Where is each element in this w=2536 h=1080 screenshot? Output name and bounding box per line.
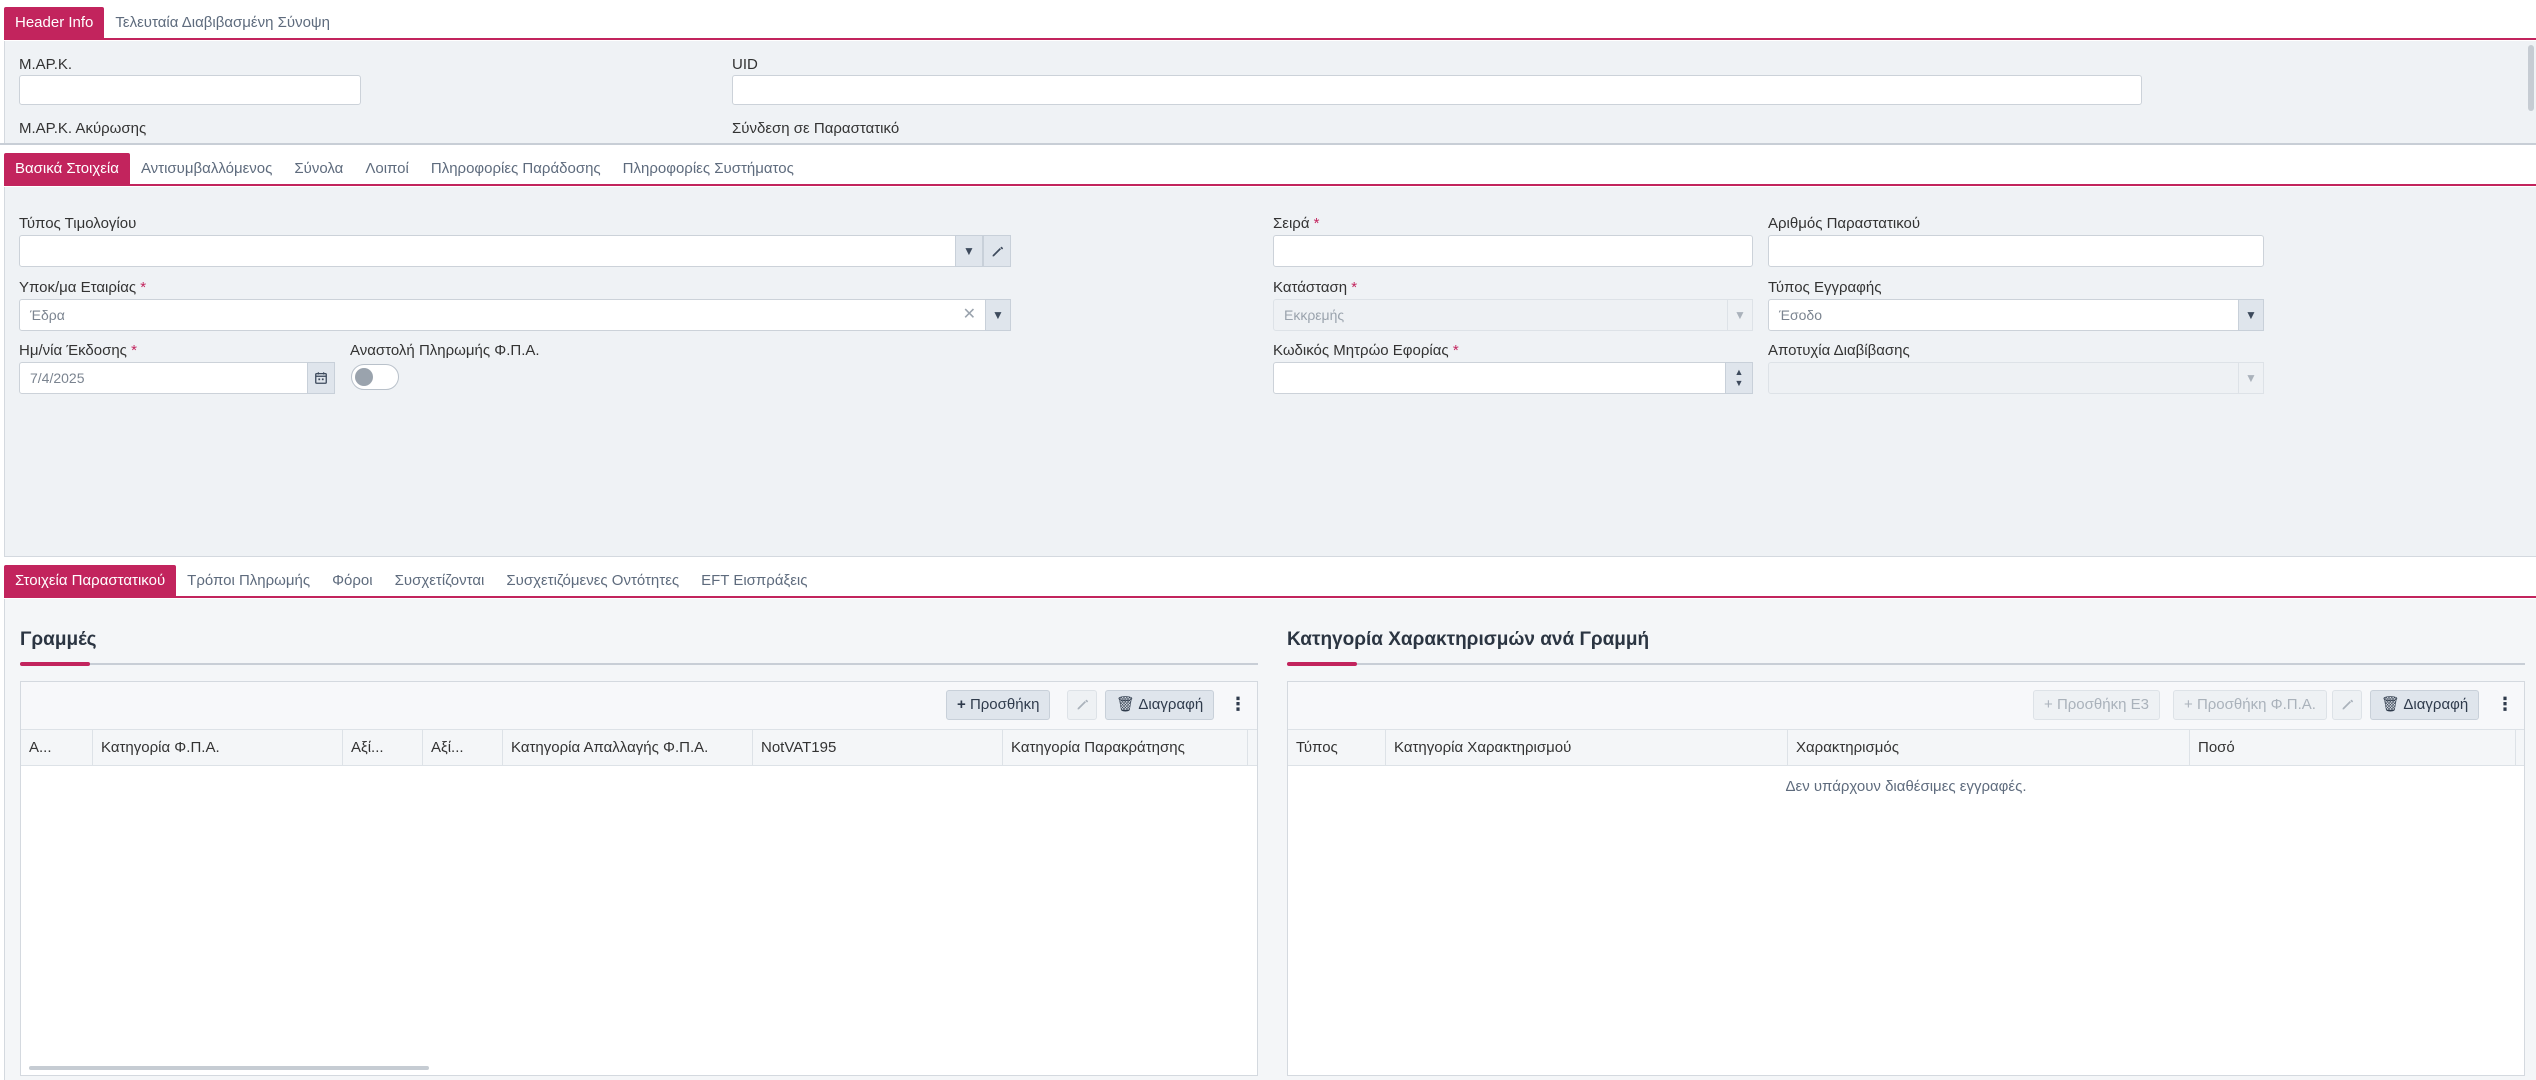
invoice-type-select[interactable]: ▼ — [19, 235, 1011, 267]
chevron-down-icon[interactable]: ▼ — [985, 299, 1011, 331]
header-info-panel: Μ.ΑΡ.Κ. UID Μ.ΑΡ.Κ. Ακύρωσης Σύνδεση σε … — [4, 41, 2536, 143]
lines-grid: + Προσθήκη 🗑 Διαγραφή ⋮ Α... Κατηγορία Φ… — [20, 681, 1258, 1076]
link-document-label: Σύνδεση σε Παραστατικό — [732, 120, 900, 137]
vat-suspend-label: Αναστολή Πληρωμής Φ.Π.Α. — [350, 342, 540, 359]
classifications-title: Κατηγορία Χαρακτηρισμών ανά Γραμμή — [1287, 629, 1650, 650]
status-select: Εκκρεμής ▼ — [1273, 299, 1753, 331]
status-label: Κατάσταση * — [1273, 279, 1358, 296]
lines-h-scrollbar[interactable] — [29, 1066, 429, 1070]
calendar-icon[interactable] — [307, 362, 335, 394]
col-header[interactable]: NotVAT195 — [753, 730, 1003, 766]
classifications-underline — [1287, 662, 2525, 666]
empty-message: Δεν υπάρχουν διαθέσιμες εγγραφές. — [1785, 778, 2027, 795]
col-header[interactable]: Τύπος — [1288, 730, 1386, 766]
chevron-down-icon: ▼ — [2238, 362, 2264, 394]
edit-pencil-icon[interactable] — [983, 235, 1011, 267]
entry-type-select[interactable]: Έσοδο ▼ — [1768, 299, 2264, 331]
tab-taxes[interactable]: Φόροι — [321, 565, 384, 596]
classifications-grid: + Προσθήκη Ε3 + Προσθήκη Φ.Π.Α. 🗑 Διαγρα… — [1287, 681, 2525, 1076]
delete-classification-button[interactable]: 🗑 Διαγραφή — [2370, 690, 2480, 720]
more-vert-icon[interactable]: ⋮ — [1229, 694, 1247, 715]
main-tabbar: Βασικά Στοιχεία Αντισυμβαλλόμενος Σύνολα… — [4, 153, 2536, 186]
more-vert-icon[interactable]: ⋮ — [2496, 694, 2514, 715]
tax-registry-stepper[interactable]: ▲ ▼ — [1273, 362, 1753, 394]
doc-number-field[interactable] — [1768, 235, 2264, 267]
mark-cancel-label: Μ.ΑΡ.Κ. Ακύρωσης — [19, 120, 147, 137]
col-header[interactable]: Αξί... — [423, 730, 503, 766]
tab-document-details[interactable]: Στοιχεία Παραστατικού — [4, 565, 177, 596]
add-e3-button: + Προσθήκη Ε3 — [2033, 690, 2160, 720]
tab-counterparty[interactable]: Αντισυμβαλλόμενος — [130, 153, 283, 184]
col-header[interactable]: Ποσό — [2190, 730, 2516, 766]
tab-totals[interactable]: Σύνολα — [283, 153, 354, 184]
classifications-header-row: Τύπος Κατηγορία Χαρακτηρισμού Χαρακτηρισ… — [1288, 730, 2524, 766]
issue-date-field[interactable]: 7/4/2025 — [19, 362, 335, 394]
col-header[interactable]: Α... — [21, 730, 93, 766]
tab-delivery[interactable]: Πληροφορίες Παράδοσης — [420, 153, 612, 184]
invoice-type-label: Τύπος Τιμολογίου — [19, 215, 137, 232]
clear-icon[interactable]: ✕ — [963, 300, 976, 330]
col-header[interactable]: Κατηγορία Παρακράτησης — [1003, 730, 1248, 766]
add-line-button[interactable]: + Προσθήκη — [946, 690, 1051, 720]
col-header[interactable]: Αξί... — [343, 730, 423, 766]
add-vat-button: + Προσθήκη Φ.Π.Α. — [2173, 690, 2327, 720]
vat-suspend-toggle[interactable] — [351, 364, 399, 390]
col-header[interactable]: Κατηγορία Χαρακτηρισμού — [1386, 730, 1788, 766]
col-header[interactable]: Κατηγορία Απαλλαγής Φ.Π.Α. — [503, 730, 753, 766]
tab-correlated[interactable]: Συσχετίζονται — [384, 565, 496, 596]
series-label: Σειρά * — [1273, 215, 1320, 232]
tab-system-info[interactable]: Πληροφορίες Συστήματος — [612, 153, 805, 184]
uid-field[interactable] — [732, 75, 2142, 105]
edit-pencil-icon — [1067, 690, 1097, 720]
lines-body — [21, 766, 1257, 1075]
branch-select[interactable]: Έδρα ✕ ▼ — [19, 299, 1011, 331]
branch-label: Υποκ/μα Εταιρίας * — [19, 279, 147, 296]
toggle-knob — [355, 368, 373, 386]
header-scrollbar[interactable] — [2528, 45, 2534, 111]
classifications-body: Δεν υπάρχουν διαθέσιμες εγγραφές. — [1288, 766, 2524, 1075]
chevron-down-icon[interactable]: ▼ — [2238, 299, 2264, 331]
delete-line-button[interactable]: 🗑 Διαγραφή — [1105, 690, 1215, 720]
mark-field[interactable] — [19, 75, 361, 105]
tab-correlated-entities[interactable]: Συσχετιζόμενες Οντότητες — [495, 565, 690, 596]
header-tabbar: Header Info Τελευταία Διαβιβασμένη Σύνοψ… — [4, 7, 2536, 40]
basic-panel: Τύπος Τιμολογίου ▼ Σειρά * Αριθμός Παρασ… — [4, 187, 2536, 557]
series-field[interactable] — [1273, 235, 1753, 267]
doc-number-label: Αριθμός Παραστατικού — [1768, 215, 1921, 232]
chevron-down-icon[interactable]: ▼ — [955, 235, 983, 267]
tab-payment-methods[interactable]: Τρόποι Πληρωμής — [176, 565, 321, 596]
col-header[interactable]: Κατηγορία Φ.Π.Α. — [93, 730, 343, 766]
tab-last-summary[interactable]: Τελευταία Διαβιβασμένη Σύνοψη — [104, 7, 341, 38]
stepper-arrows-icon[interactable]: ▲ ▼ — [1725, 362, 1753, 394]
lines-title: Γραμμές — [20, 629, 97, 650]
lines-toolbar: + Προσθήκη 🗑 Διαγραφή ⋮ — [21, 682, 1257, 730]
lines-header-row: Α... Κατηγορία Φ.Π.Α. Αξί... Αξί... Κατη… — [21, 730, 1257, 766]
lines-underline — [20, 662, 1258, 666]
tab-basic[interactable]: Βασικά Στοιχεία — [4, 153, 130, 184]
tab-others[interactable]: Λοιποί — [354, 153, 420, 184]
col-header[interactable]: Χαρακτηρισμός — [1788, 730, 2190, 766]
transmission-fail-label: Αποτυχία Διαβίβασης — [1768, 342, 1910, 359]
tab-header-info[interactable]: Header Info — [4, 7, 105, 38]
tab-eft-receipts[interactable]: EFT Εισπράξεις — [690, 565, 818, 596]
edit-pencil-icon — [2332, 690, 2362, 720]
mark-label: Μ.ΑΡ.Κ. — [19, 56, 73, 73]
uid-label: UID — [732, 56, 758, 73]
entry-type-label: Τύπος Εγγραφής — [1768, 279, 1882, 296]
detail-panel: Γραμμές + Προσθήκη 🗑 Διαγραφή ⋮ Α... Κατ… — [4, 599, 2536, 1080]
classifications-toolbar: + Προσθήκη Ε3 + Προσθήκη Φ.Π.Α. 🗑 Διαγρα… — [1288, 682, 2524, 730]
chevron-down-icon: ▼ — [1727, 299, 1753, 331]
detail-tabbar: Στοιχεία Παραστατικού Τρόποι Πληρωμής Φό… — [4, 565, 2536, 598]
transmission-fail-select: ▼ — [1768, 362, 2264, 394]
issue-date-label: Ημ/νία Έκδοσης * — [19, 342, 137, 359]
header-divider — [0, 143, 2536, 145]
tax-registry-label: Κωδικός Μητρώο Εφορίας * — [1273, 342, 1459, 359]
